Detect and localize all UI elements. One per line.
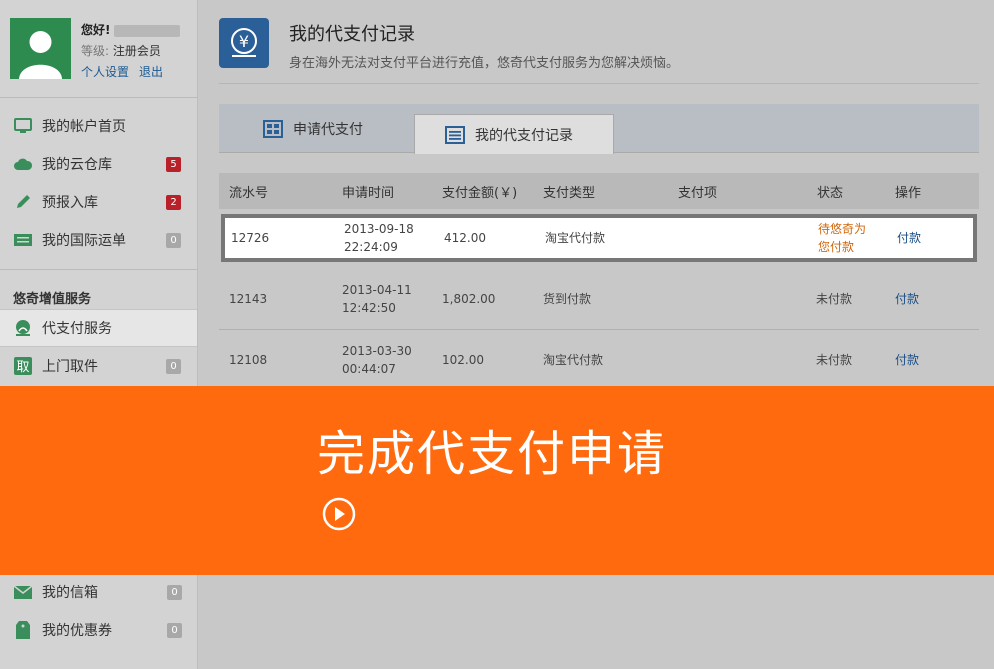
- records-table: 流水号 申请时间 支付金额(￥) 支付类型 支付项 状态 操作 12726 20…: [219, 173, 979, 391]
- sidebar-item-account-home[interactable]: 我的帐户首页: [0, 107, 197, 145]
- sidebar-item-mailbox[interactable]: 我的信箱 0: [0, 573, 198, 611]
- sidebar-item-label: 预报入库: [42, 195, 98, 211]
- tab-label: 申请代支付: [293, 121, 363, 138]
- column-header-type: 支付类型: [543, 185, 596, 201]
- section-title-value-added: 悠奇增值服务: [0, 269, 197, 309]
- pay-link[interactable]: 付款: [895, 351, 919, 369]
- list-icon: [13, 230, 33, 250]
- tab-apply-payment[interactable]: 申请代支付: [263, 104, 363, 153]
- cell-action: 付款: [895, 269, 919, 329]
- sidebar-nav-services: 代支付服务 取 上门取件 0: [0, 309, 197, 385]
- table-row: 12726 2013-09-18 22:24:09 412.00 淘宝代付款 待…: [221, 214, 977, 262]
- cell-status: 待悠奇为 您付款: [818, 218, 866, 258]
- count-badge: 0: [167, 623, 182, 638]
- column-header-amount: 支付金额(￥): [442, 185, 518, 201]
- tab-bar: 申请代支付 我的代支付记录: [219, 104, 979, 154]
- svg-text:取: 取: [16, 360, 29, 375]
- table-header: 流水号 申请时间 支付金额(￥) 支付类型 支付项 状态 操作: [219, 173, 979, 209]
- pencil-icon: [13, 192, 33, 212]
- pay-link[interactable]: 付款: [895, 290, 919, 308]
- sidebar-item-label: 我的优惠券: [42, 623, 112, 639]
- cell-id: 12108: [229, 353, 268, 367]
- cell-type: 淘宝代付款: [545, 231, 606, 245]
- cell-date: 2013-03-30: [342, 344, 412, 358]
- play-icon[interactable]: [322, 497, 356, 531]
- sidebar-nav-main: 我的帐户首页 我的云仓库 5 预报入库 2 我的国际运单 0: [0, 98, 197, 259]
- sidebar-item-label: 代支付服务: [42, 321, 112, 337]
- cell-status: 未付款: [816, 353, 853, 367]
- username-blurred: [114, 24, 181, 37]
- sidebar-item-label: 我的帐户首页: [42, 119, 126, 135]
- count-badge: 0: [167, 585, 182, 600]
- cell-time: 2013-04-11 12:42:50: [342, 269, 412, 329]
- cell-time: 2013-09-18 22:24:09: [344, 218, 414, 258]
- column-header-status: 状态: [817, 185, 844, 201]
- level-value: 注册会员: [112, 44, 161, 58]
- column-header-id: 流水号: [229, 185, 269, 201]
- tab-payment-records[interactable]: 我的代支付记录: [414, 114, 614, 154]
- cell-date: 2013-04-11: [342, 283, 412, 297]
- banner-title: 完成代支付申请: [317, 426, 668, 482]
- sidebar-item-intl-waybill[interactable]: 我的国际运单 0: [0, 221, 197, 259]
- sidebar-item-coupons[interactable]: 我的优惠券 0: [0, 611, 198, 649]
- logout-link[interactable]: 退出: [139, 65, 163, 79]
- count-badge: 0: [166, 233, 181, 248]
- column-header-time: 申请时间: [342, 185, 395, 201]
- profile-panel: 您好! 等级: 注册会员 个人设置 退出: [0, 0, 197, 98]
- table-row: 12108 2013-03-30 00:44:07 102.00 淘宝代付款 未…: [219, 330, 979, 391]
- table-row: 12143 2013-04-11 12:42:50 1,802.00 货到付款 …: [219, 269, 979, 330]
- cell-amount: 412.00: [444, 231, 486, 245]
- sidebar-nav-bottom: 我的信箱 0 我的优惠券 0: [0, 573, 198, 649]
- count-badge: 0: [166, 359, 181, 374]
- cell-time: 2013-03-30 00:44:07: [342, 330, 412, 390]
- cell-date: 2013-09-18: [344, 222, 414, 236]
- greeting-text: 您好!: [81, 23, 111, 37]
- page-subtitle: 身在海外无法对支付平台进行充值，悠奇代支付服务为您解决烦恼。: [289, 56, 680, 71]
- pay-link[interactable]: 付款: [897, 229, 921, 247]
- page-header: ¥ 我的代支付记录 身在海外无法对支付平台进行充值，悠奇代支付服务为您解决烦恼。: [219, 18, 979, 84]
- sidebar-item-pickup[interactable]: 取 上门取件 0: [0, 347, 197, 385]
- status-line-1: 待悠奇为: [818, 222, 867, 236]
- sidebar-item-payment-service[interactable]: 代支付服务: [0, 309, 197, 347]
- avatar[interactable]: [10, 18, 71, 79]
- sidebar-item-label: 我的信箱: [42, 585, 98, 601]
- cell-amount: 1,802.00: [442, 292, 496, 306]
- sidebar-item-label: 上门取件: [42, 359, 98, 375]
- svg-text:¥: ¥: [239, 32, 249, 51]
- count-badge: 5: [166, 157, 181, 172]
- mail-icon: [13, 582, 33, 602]
- tutorial-banner: 完成代支付申请: [0, 386, 994, 575]
- pickup-icon: 取: [13, 356, 33, 376]
- sidebar-item-cloud-warehouse[interactable]: 我的云仓库 5: [0, 145, 197, 183]
- column-header-action: 操作: [895, 185, 922, 201]
- column-header-item: 支付项: [678, 185, 718, 201]
- grid-icon: [263, 119, 283, 138]
- settings-link[interactable]: 个人设置: [81, 65, 129, 79]
- tab-label: 我的代支付记录: [475, 127, 573, 144]
- list-icon: [445, 125, 465, 144]
- count-badge: 2: [166, 195, 181, 210]
- cell-amount: 102.00: [442, 353, 484, 367]
- level-label: 等级:: [81, 44, 110, 58]
- cell-clock: 22:24:09: [344, 240, 398, 254]
- cell-clock: 12:42:50: [342, 301, 396, 315]
- cell-type: 淘宝代付款: [543, 353, 604, 367]
- sidebar-item-label: 我的国际运单: [42, 233, 126, 249]
- monitor-icon: [13, 116, 33, 136]
- payment-icon: [13, 318, 33, 338]
- coupon-icon: [13, 620, 33, 640]
- sidebar-item-label: 我的云仓库: [42, 157, 112, 173]
- cloud-icon: [13, 154, 33, 174]
- cell-action: 付款: [897, 218, 921, 258]
- cell-id: 12726: [231, 231, 270, 245]
- cell-clock: 00:44:07: [342, 362, 396, 376]
- page-title: 我的代支付记录: [289, 24, 415, 45]
- yen-icon: ¥: [219, 18, 269, 68]
- cell-type: 货到付款: [543, 292, 592, 306]
- cell-status: 未付款: [816, 292, 853, 306]
- sidebar-item-forecast-inbound[interactable]: 预报入库 2: [0, 183, 197, 221]
- cell-id: 12143: [229, 292, 268, 306]
- status-line-2: 您付款: [818, 240, 855, 254]
- cell-action: 付款: [895, 330, 919, 390]
